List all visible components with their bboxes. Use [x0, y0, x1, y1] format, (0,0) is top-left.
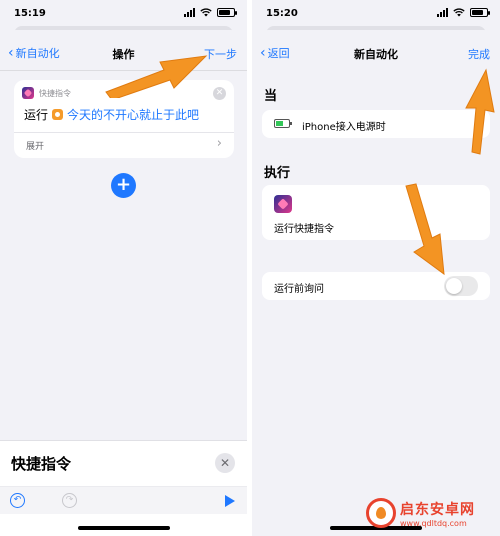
search-bottom-sheet: 快捷指令 ✕ ↶ ↷	[0, 440, 247, 536]
orange-arrow-pointer	[465, 68, 495, 155]
editor-toolbar: ↶ ↷	[0, 486, 247, 514]
card-run-line: 运行 今天的不开心就止于此吧	[24, 106, 199, 123]
plus-icon: +	[115, 174, 132, 195]
trigger-row[interactable]: iPhone接入电源时	[262, 110, 490, 138]
cellular-signal-icon	[184, 8, 195, 17]
redo-icon[interactable]: ↷	[62, 493, 77, 508]
chevron-right-icon[interactable]: ›	[217, 136, 222, 151]
battery-charging-icon	[274, 119, 292, 128]
status-indicators	[437, 8, 490, 17]
execute-section-label: 执行	[264, 166, 291, 181]
shortcuts-app-icon	[22, 87, 34, 99]
left-phone-screen: 15:19 ‹ 新自动化 操作 下一步 快捷指令 ✕ 运行 今天的不开心就止于此…	[0, 0, 247, 536]
card-app-name: 快捷指令	[39, 88, 71, 98]
trigger-text: iPhone接入电源时	[302, 122, 386, 133]
battery-icon	[470, 8, 490, 17]
add-action-button[interactable]: +	[111, 173, 136, 198]
expand-label[interactable]: 展开	[26, 139, 44, 152]
nav-bar: ‹ 返回 新自动化 完成	[252, 40, 500, 66]
shortcuts-app-icon	[274, 195, 292, 213]
ask-before-running-row: 运行前询问	[262, 272, 490, 300]
right-phone-screen: 15:20 ‹ 返回 新自动化 完成 当 iPhone接入电源时 执行 运行快捷	[252, 0, 500, 536]
screenshot-composite: 15:19 ‹ 新自动化 操作 下一步 快捷指令 ✕ 运行 今天的不开心就止于此…	[0, 0, 500, 536]
wifi-icon	[200, 8, 212, 17]
nav-title: 新自动化	[354, 48, 398, 61]
shortcut-param-icon	[52, 109, 64, 120]
orange-arrow-pointer	[405, 183, 445, 276]
watermark-name: 启东安卓网	[400, 501, 475, 518]
site-watermark: 启东安卓网 www.qdltdq.com	[366, 494, 496, 532]
orange-arrow-pointer	[105, 55, 208, 98]
status-time: 15:19	[14, 8, 46, 19]
battery-icon	[217, 8, 237, 17]
close-icon[interactable]: ✕	[215, 453, 235, 473]
watermark-url: www.qdltdq.com	[400, 518, 467, 528]
shortcut-param[interactable]: 今天的不开心就止于此吧	[67, 106, 199, 123]
ask-label: 运行前询问	[274, 284, 324, 295]
status-indicators	[184, 8, 237, 17]
wifi-icon	[453, 8, 465, 17]
play-icon[interactable]	[225, 495, 235, 507]
watermark-logo-icon	[366, 498, 396, 528]
execute-action-text: 运行快捷指令	[274, 224, 334, 235]
card-separator	[14, 132, 234, 133]
close-icon[interactable]: ✕	[213, 87, 226, 100]
bottom-sheet-title: 快捷指令	[11, 455, 72, 473]
status-time: 15:20	[266, 8, 298, 19]
undo-icon[interactable]: ↶	[10, 493, 25, 508]
run-label: 运行	[24, 108, 49, 122]
watermark-text: 启东安卓网 www.qdltdq.com	[400, 499, 475, 528]
toggle-knob	[446, 278, 462, 294]
when-section-label: 当	[264, 89, 278, 104]
ask-before-running-toggle[interactable]	[444, 276, 478, 296]
execute-action-card[interactable]: 运行快捷指令	[262, 185, 490, 240]
done-button[interactable]: 完成	[468, 46, 490, 62]
home-indicator	[77, 526, 170, 530]
cellular-signal-icon	[437, 8, 448, 17]
card-header: 快捷指令	[22, 87, 71, 99]
